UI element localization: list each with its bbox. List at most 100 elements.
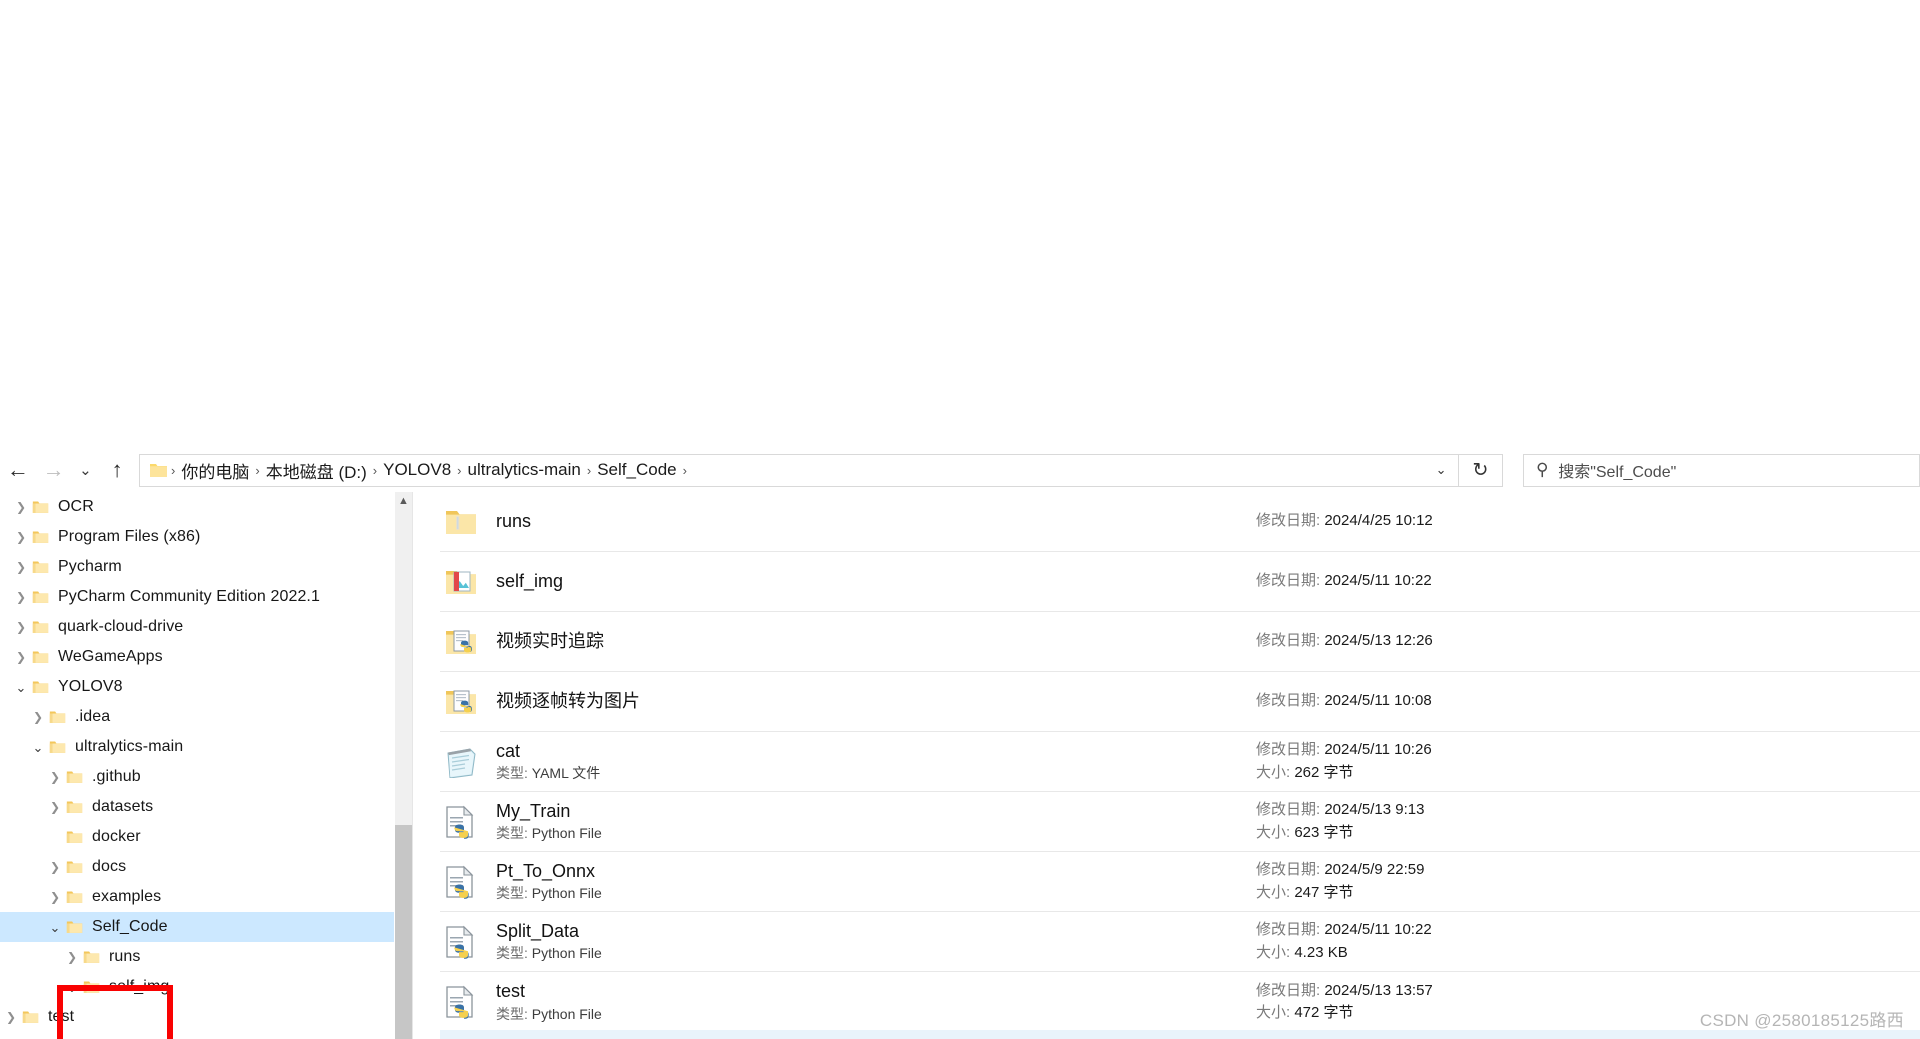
folder-icon [83,949,100,965]
file-modified-date: 修改日期: 2024/5/13 12:26 [1256,632,1433,650]
scroll-up-icon[interactable]: ▲ [395,492,412,510]
pane-splitter[interactable] [412,492,413,1039]
chevron-down-icon[interactable]: ⌄ [61,981,83,994]
tree-item-quark-cloud-drive[interactable]: ❯ quark-cloud-drive [0,612,394,642]
tree-item-examples[interactable]: ❯ examples [0,882,394,912]
tree-item-idea[interactable]: ❯ .idea [0,702,394,732]
navigation-tree-scrollbar[interactable]: ▲ [394,492,413,1039]
file-list-row[interactable]: My_Train 类型: Python File 修改日期: 2024/5/13 9… [440,792,1920,852]
chevron-right-icon[interactable]: ❯ [10,531,32,543]
file-list-row[interactable]: cat 类型: YAML 文件 修改日期: 2024/5/11 10:26 大小: 2… [440,732,1920,792]
file-name: self_img [496,571,564,592]
tree-item-label: PyCharm Community Edition 2022.1 [58,588,320,605]
navigation-tree[interactable]: ❯ OCR ❯ Program Files (x86) ❯ Pycharm ❯ PyCharm… [0,492,394,1039]
tree-item-self-code[interactable]: ⌄ Self_Code [0,912,394,942]
chevron-right-icon[interactable]: ❯ [44,891,66,903]
chevron-right-icon[interactable]: ❯ [44,771,66,783]
file-list-row[interactable]: test 类型: Python File 修改日期: 2024/5/13 13:57… [440,972,1920,1032]
recent-locations-button[interactable]: ⌄ [72,450,100,490]
tree-item-wegameapps[interactable]: ❯ WeGameApps [0,642,394,672]
address-path-bar[interactable]: › 你的电脑 › 本地磁盘 (D:) › YOLOV8 › ultralytic… [139,453,1460,487]
tree-item-ultralytics-main[interactable]: ⌄ ultralytics-main [0,732,394,762]
tree-item-pycharm-community-edition-2022-1[interactable]: ❯ PyCharm Community Edition 2022.1 [0,582,394,612]
tree-item-label: WeGameApps [58,648,163,665]
file-size: 大小: 262 字节 [1256,763,1354,781]
search-placeholder: 搜索"Self_Code" [1558,464,1677,481]
chevron-right-icon[interactable]: ❯ [10,501,32,513]
file-name-cell: 视频实时追踪 [496,630,1256,653]
tree-item-runs[interactable]: ❯ runs [0,942,394,972]
breadcrumb-item-4[interactable]: Self_Code [592,458,681,482]
breadcrumb-item-1[interactable]: 本地磁盘 (D:) [261,456,372,485]
tree-item-docs[interactable]: ❯ docs [0,852,394,882]
file-name: Pt_To_Onnx [496,860,596,881]
file-modified-date: 修改日期: 2024/5/13 13:57 [1256,981,1433,999]
chevron-right-icon[interactable]: ❯ [27,711,49,723]
folder-icon [49,739,66,755]
search-input[interactable]: ⚲ 搜索"Self_Code" [1522,453,1920,487]
search-icon: ⚲ [1535,460,1549,479]
breadcrumb-item-2[interactable]: YOLOV8 [378,458,456,482]
file-list-row[interactable]: 视频逐帧转为图片 修改日期: 2024/5/11 10:08 [440,672,1920,732]
up-button[interactable]: ↑ [99,450,135,490]
file-list-bottom-strip [440,1030,1920,1039]
chevron-right-icon[interactable]: ❯ [0,1011,22,1023]
chevron-right-icon[interactable]: ❯ [10,651,32,663]
folder-icon [66,859,83,875]
tree-item-datasets[interactable]: ❯ datasets [0,792,394,822]
file-name-cell: self_img [496,570,1256,593]
folder-icon [32,559,49,575]
chevron-down-icon[interactable]: ⌄ [27,741,49,754]
file-meta-cell: 修改日期: 2024/4/25 10:12 [1256,511,1433,531]
file-list[interactable]: runs 修改日期: 2024/4/25 10:12 self_img 修改日期: 2… [440,492,1920,1039]
tree-item-label: Program Files (x86) [58,528,201,545]
folder-python-icon [440,627,496,657]
chevron-right-icon[interactable]: ❯ [61,951,83,963]
address-bar-right-controls: ⌄ [1424,455,1458,486]
file-list-row[interactable]: Split_Data 类型: Python File 修改日期: 2024/5/11… [440,912,1920,972]
tree-item-github[interactable]: ❯ .github [0,762,394,792]
tree-item-label: Self_Code [92,918,168,935]
file-name-cell: cat 类型: YAML 文件 [496,740,1256,783]
back-button[interactable]: ← [0,450,36,490]
tree-item-label: docker [92,828,141,845]
refresh-button[interactable]: ↻ [1459,453,1503,487]
chevron-right-icon[interactable]: ❯ [10,561,32,573]
breadcrumb-item-3[interactable]: ultralytics-main [463,458,586,482]
file-type: 类型: Python File [496,1005,602,1022]
tree-item-label: .idea [75,708,111,725]
chevron-down-icon[interactable]: ⌄ [44,921,66,934]
file-list-row[interactable]: 视频实时追踪 修改日期: 2024/5/13 12:26 [440,612,1920,672]
forward-button[interactable]: → [36,450,72,490]
tree-item-pycharm[interactable]: ❯ Pycharm [0,552,394,582]
file-name: 视频逐帧转为图片 [496,691,640,712]
folder-icon [32,679,49,695]
file-name: Split_Data [496,920,580,941]
chevron-right-icon[interactable]: ❯ [44,861,66,873]
breadcrumb-item-0[interactable]: 你的电脑 [176,456,254,485]
tree-item-self-img[interactable]: ⌄ self_img [0,972,394,1002]
tree-item-docker[interactable]: docker [0,822,394,852]
file-list-row[interactable]: Pt_To_Onnx 类型: Python File 修改日期: 2024/5/9 … [440,852,1920,912]
chevron-right-icon[interactable]: ❯ [10,591,32,603]
chevron-right-icon[interactable]: ❯ [10,621,32,633]
chevron-right-icon[interactable]: ❯ [44,801,66,813]
chevron-down-icon[interactable]: ⌄ [10,681,32,694]
scrollbar-thumb[interactable] [395,825,413,1039]
file-list-row[interactable]: self_img 修改日期: 2024/5/11 10:22 [440,552,1920,612]
folder-icon [32,529,49,545]
tree-item-label: Pycharm [58,558,122,575]
file-modified-date: 修改日期: 2024/5/11 10:22 [1256,572,1432,590]
folder-icon [66,889,83,905]
tree-item-yolov8[interactable]: ⌄ YOLOV8 [0,672,394,702]
file-meta-cell: 修改日期: 2024/5/11 10:08 [1256,691,1432,711]
file-list-row[interactable]: runs 修改日期: 2024/4/25 10:12 [440,492,1920,552]
file-meta-cell: 修改日期: 2024/5/13 9:13 大小: 623 字节 [1256,800,1424,843]
folder-icon [32,619,49,635]
tree-item-program-files-x86[interactable]: ❯ Program Files (x86) [0,522,394,552]
chevron-down-icon[interactable]: ⌄ [1424,455,1458,486]
file-type: 类型: Python File [496,825,602,842]
breadcrumb-separator: › [682,462,687,478]
tree-item-test[interactable]: ❯ test [0,1002,394,1032]
tree-item-ocr[interactable]: ❯ OCR [0,492,394,522]
